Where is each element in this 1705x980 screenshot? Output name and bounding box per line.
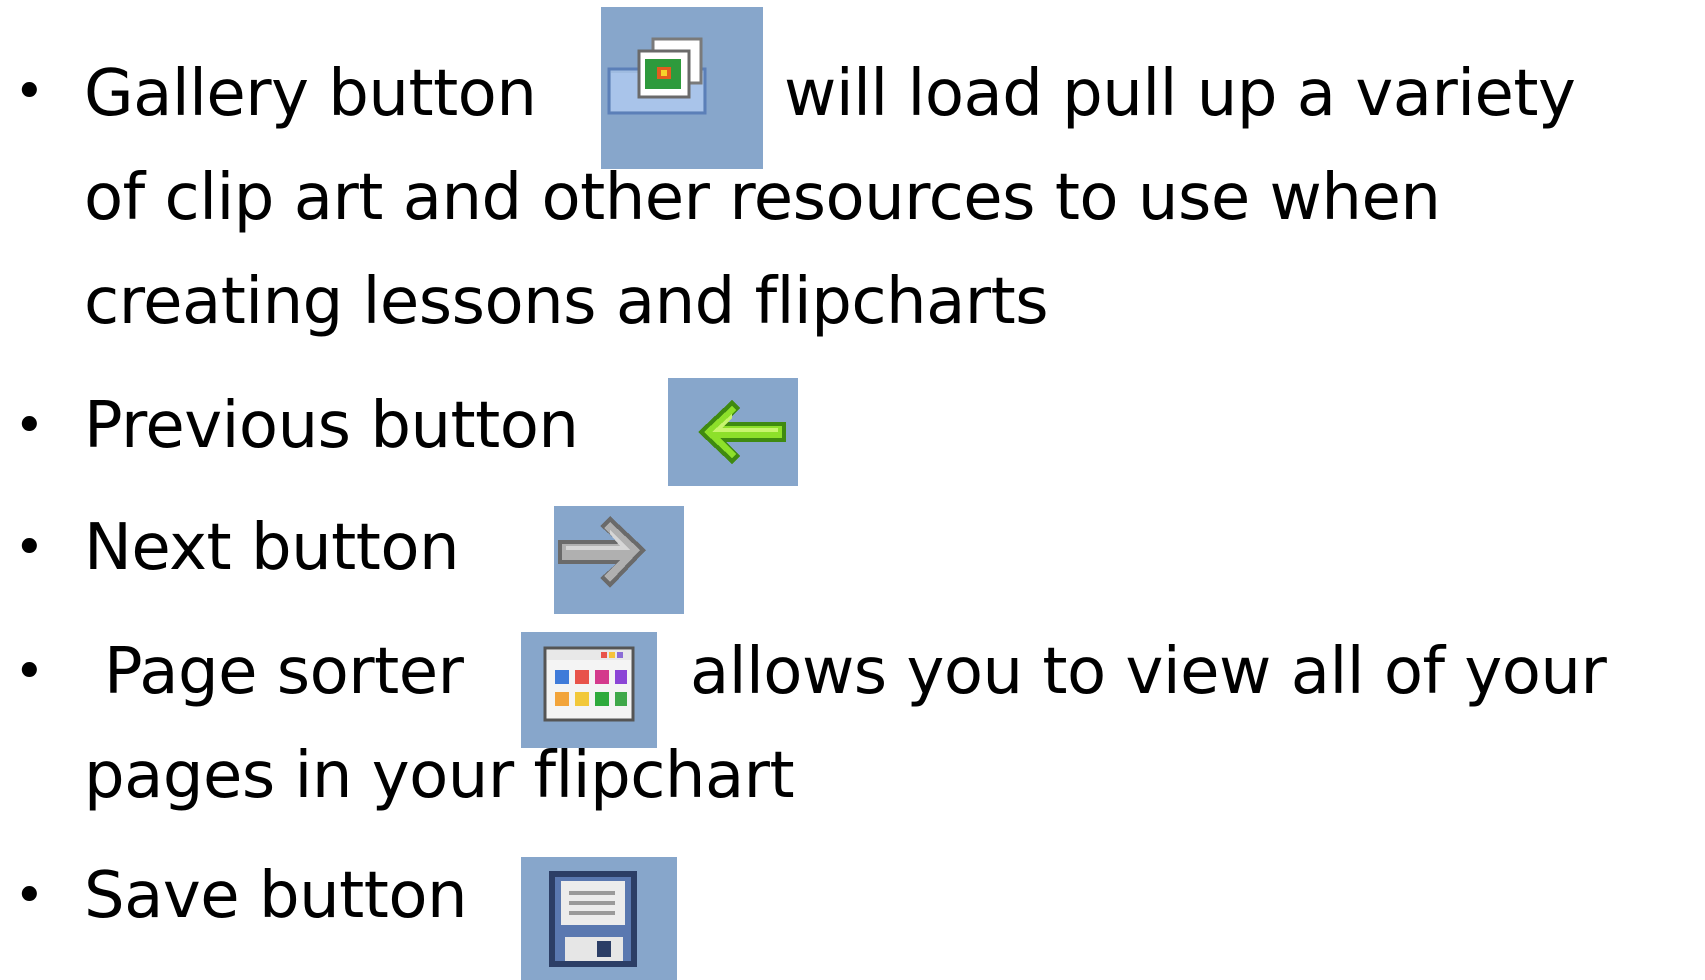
next-label: Next button	[84, 511, 460, 585]
save-button[interactable]	[521, 857, 677, 980]
gallery-description-1: will load pull up a variety	[784, 57, 1576, 131]
previous-button[interactable]	[668, 378, 798, 486]
slide: • Gallery button will load pull up a var…	[0, 0, 1705, 980]
gallery-description-3: creating lessons and flipcharts	[84, 265, 1049, 339]
page-sorter-description-1: allows you to view all of your	[690, 635, 1607, 709]
gallery-icon	[607, 37, 707, 115]
previous-label: Previous button	[84, 389, 579, 463]
page-sorter-button[interactable]	[521, 632, 657, 748]
page-sorter-label: Page sorter	[104, 635, 464, 709]
bullet-point: •	[14, 866, 45, 926]
bullet-point: •	[14, 62, 45, 122]
page-sorter-description-2: pages in your flipchart	[84, 739, 795, 813]
bullet-point: •	[14, 642, 45, 702]
save-label: Save button	[84, 859, 468, 933]
floppy-disk-icon	[549, 871, 637, 967]
bullet-point: •	[14, 518, 45, 578]
page-sorter-icon	[543, 646, 635, 722]
gallery-description-2: of clip art and other resources to use w…	[84, 161, 1441, 235]
bullet-point: •	[14, 396, 45, 456]
next-button[interactable]	[554, 506, 684, 614]
arrow-left-icon	[698, 400, 786, 464]
arrow-right-icon	[558, 516, 646, 588]
gallery-button[interactable]	[601, 7, 763, 169]
gallery-label: Gallery button	[84, 57, 537, 131]
